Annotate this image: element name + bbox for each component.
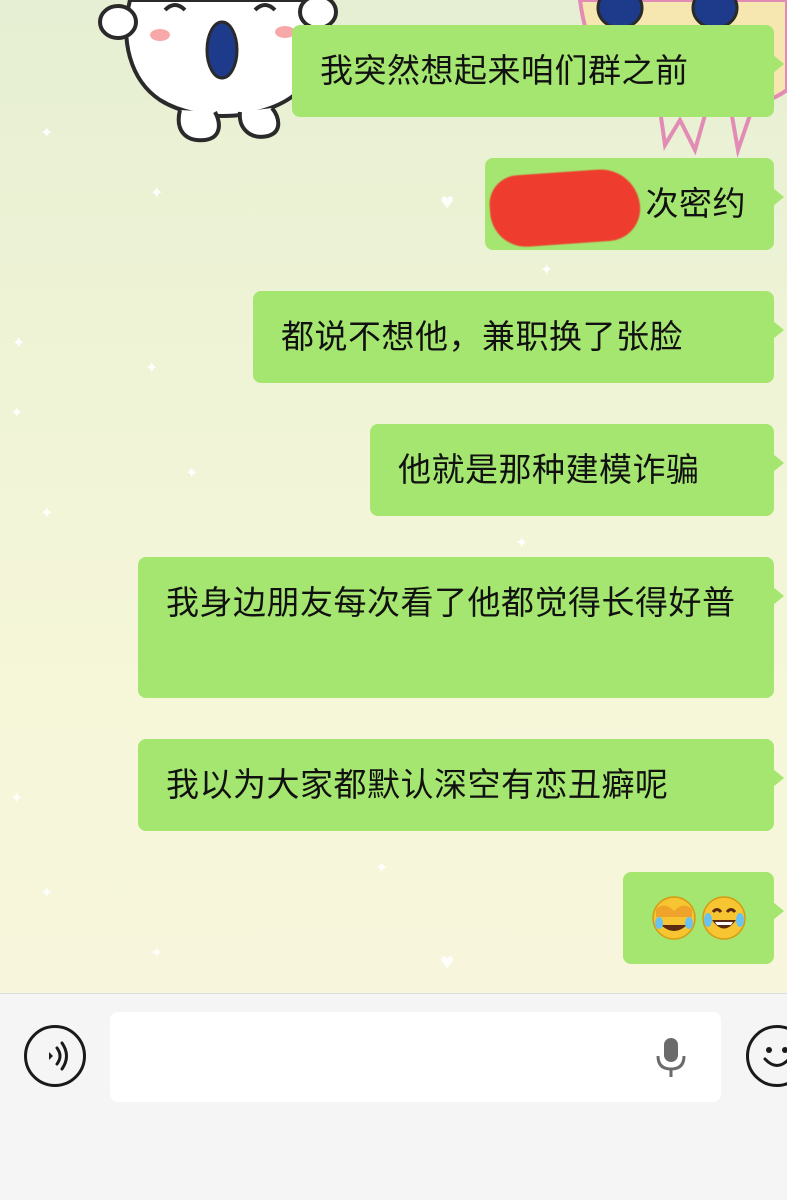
- message-input[interactable]: [110, 1012, 721, 1102]
- star-decoration: ✦: [145, 358, 159, 377]
- message-bubble[interactable]: 我以为大家都默认深空有恋丑癖呢: [138, 739, 784, 831]
- star-decoration: ✦: [12, 333, 26, 352]
- star-decoration: ✦: [40, 883, 54, 902]
- message-text: 我突然想起来咱们群之前: [320, 51, 689, 90]
- message-bubble[interactable]: 都说不想他，兼职换了张脸: [253, 291, 784, 383]
- star-decoration: ✦: [515, 533, 529, 552]
- voice-icon: [49, 1041, 68, 1071]
- message-bubble[interactable]: 我身边朋友每次看了他都觉得长得好普: [138, 557, 784, 698]
- star-decoration: ✦: [540, 260, 554, 279]
- message-text: 他就是那种建模诈骗: [398, 450, 700, 489]
- microphone-icon[interactable]: [652, 1036, 690, 1080]
- face-with-hand-over-eyes-laughing-icon: [652, 896, 696, 940]
- wallpaper-character-left-mouth: [205, 20, 239, 80]
- star-decoration: ✦: [10, 403, 24, 422]
- star-decoration: ✦: [10, 788, 24, 807]
- message-bubble[interactable]: 我突然想起来咱们群之前: [292, 25, 784, 117]
- voice-button[interactable]: [24, 1025, 86, 1087]
- chat-area[interactable]: ✦ ✦ ♥ ✦ ✦ ✦ ✦ ✦ ✦ ✦ ✦ ✦ ✦ ✦ ♥ ✦ 我突然想起来咱们…: [0, 0, 787, 993]
- star-decoration: ✦: [150, 943, 164, 962]
- star-decoration: ✦: [150, 183, 164, 202]
- star-decoration: ✦: [375, 858, 389, 877]
- message-bubble-emoji[interactable]: [623, 872, 784, 964]
- star-decoration: ✦: [40, 503, 54, 522]
- star-decoration: ✦: [185, 463, 199, 482]
- message-text: 我以为大家都默认深空有恋丑癖呢: [166, 765, 669, 804]
- star-decoration: ♥: [440, 953, 455, 972]
- emoji-icon: [763, 1047, 787, 1067]
- face-with-tears-of-joy-icon: [702, 896, 746, 940]
- message-text: 我身边朋友每次看了他都觉得长得好普: [166, 583, 736, 622]
- star-decoration: ✦: [40, 123, 54, 142]
- redaction-mark: [487, 166, 643, 250]
- message-text: 次密约: [645, 184, 746, 223]
- emoji-button[interactable]: [746, 1025, 787, 1087]
- message-text: 都说不想他，兼职换了张脸: [281, 317, 683, 356]
- star-decoration: ♥: [440, 193, 455, 212]
- message-bubble[interactable]: 他就是那种建模诈骗: [370, 424, 784, 516]
